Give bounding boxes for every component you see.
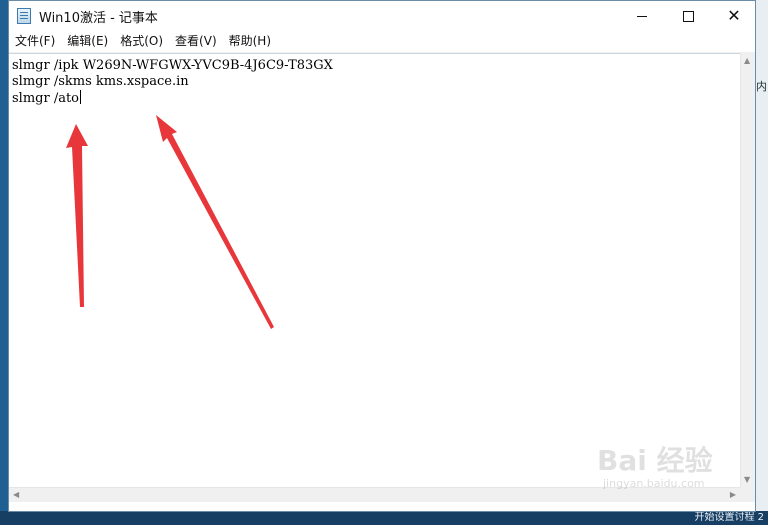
red-arrow-left [66, 124, 88, 307]
annotation-arrows [66, 115, 274, 329]
red-arrow-right [156, 115, 274, 329]
